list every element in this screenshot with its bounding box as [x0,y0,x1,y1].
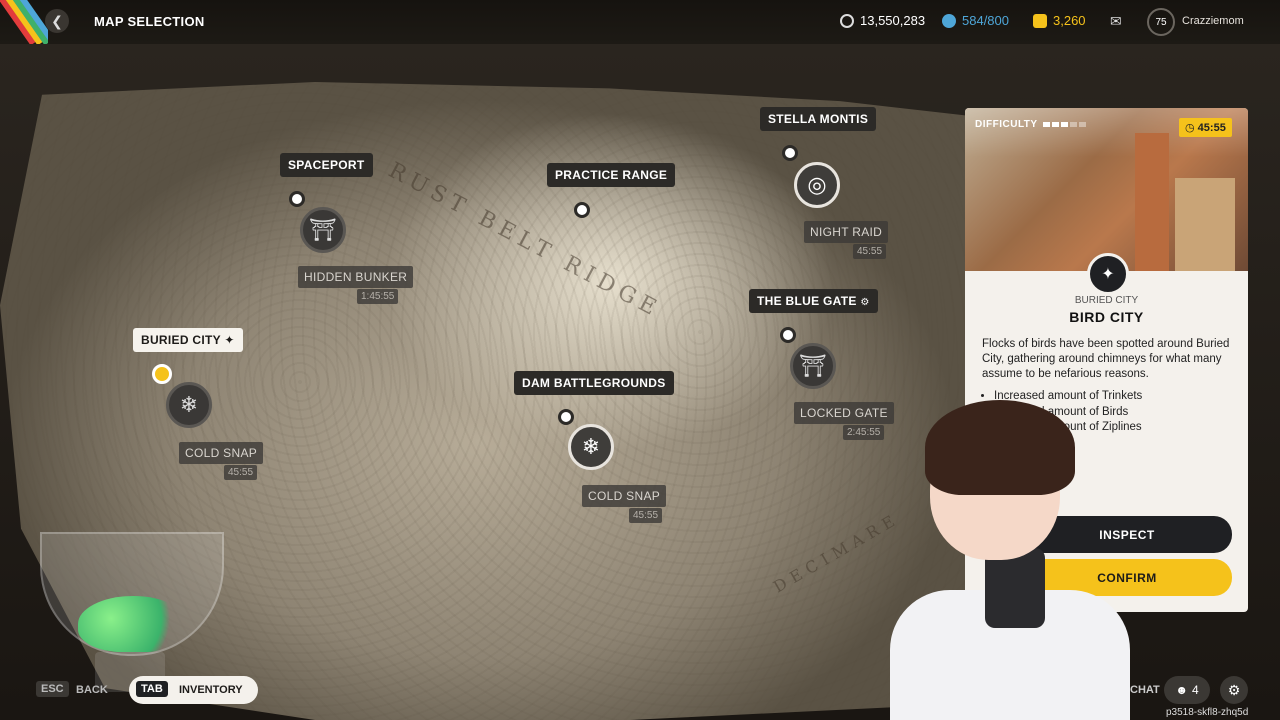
night-raid-icon[interactable]: ◎ [794,162,840,208]
location-practice-range[interactable]: PRACTICE RANGE [547,163,676,187]
location-the-blue-gate[interactable]: THE BLUE GATE ⚙ [749,289,878,313]
location-stella-montis[interactable]: STELLA MONTIS [760,107,877,131]
mail-icon: ✉ [1110,13,1122,29]
bird-city-icon: ✦ [1087,253,1129,295]
stash-value: 584/800 [962,13,1009,28]
location-dam-battlegrounds[interactable]: DAM BATTLEGROUNDS [514,371,674,395]
gear-icon: ⚙ [1227,681,1241,698]
friends-button[interactable]: ☻ 4 [1164,676,1210,704]
locked-gate-icon[interactable]: ⛩ [790,343,836,389]
avatar-neck [985,548,1045,628]
friends-count: 4 [1191,683,1199,697]
modifier-locked-gate: LOCKED GATE [794,402,894,424]
tab-key-hint: TAB [136,681,168,697]
modifier-hidden-bunker: HIDDEN BUNKER [298,266,414,288]
location-buried-city[interactable]: BURIED CITY ✦ [133,328,243,352]
location-pin-stella-montis[interactable] [782,145,798,161]
credits-icon [840,13,854,28]
difficulty-meter [1043,122,1086,127]
modifier-timer: 1:45:55 [357,289,399,304]
credits-value: 13,550,283 [860,13,926,28]
friends-icon: ☻ [1175,683,1188,697]
tokens-icon [1033,13,1047,28]
top-bar: ❮ MAP SELECTION 13,550,283 584/800 3,260… [0,0,1280,44]
modifier-cold-snap: COLD SNAP [582,485,667,507]
card-subtitle: BURIED CITY [1074,295,1139,306]
location-pin-spaceport[interactable] [289,191,305,207]
modifier-timer: 45:55 [629,508,663,523]
modifier-timer: 45:55 [224,465,258,480]
timer-value: 45:55 [1197,122,1226,134]
difficulty-label: DIFFICULTY [975,119,1038,130]
gem-pile [78,596,188,652]
inventory-label: INVENTORY [179,684,243,696]
credits-display: 13,550,283 [840,13,925,28]
back-button[interactable]: BACK [76,684,108,696]
esc-key-hint: ESC [36,681,69,697]
tokens-value: 3,260 [1053,13,1086,28]
stash-icon [942,13,956,28]
username[interactable]: Crazziemom [1182,15,1244,27]
bunker-icon[interactable]: ⛩ [300,207,346,253]
chevron-left-icon: ❮ [51,12,63,29]
player-level-badge: 75 [1147,8,1175,36]
location-pin-buried-city-selected[interactable] [152,364,172,384]
tokens-display: 3,260 [1033,13,1086,28]
building-shape [1175,178,1235,271]
card-description: Flocks of birds have been spotted around… [982,338,1230,380]
modifier-cold-snap: COLD SNAP [179,442,264,464]
tower-shape [1135,133,1169,271]
bird-city-icon: ✦ [224,333,235,347]
settings-button[interactable]: ⚙ [1220,676,1248,704]
location-pin-practice-range[interactable] [574,202,590,218]
chat-button[interactable]: CHAT [1130,684,1160,696]
mail-button[interactable]: ✉ [1110,13,1122,30]
modifier-night-raid: NIGHT RAID [804,221,889,243]
timer-badge: ◷ 45:55 [1179,118,1232,137]
avatar-hair [925,400,1075,495]
card-title: BIRD CITY [1069,309,1144,325]
stash-display: 584/800 [942,13,1009,28]
lock-icon: ⚙ [860,297,870,308]
session-id: p3518-skfl8-zhq5d [1166,707,1249,718]
location-spaceport[interactable]: SPACEPORT [280,153,373,177]
modifier-timer: 2:45:55 [843,425,885,440]
snowflake-icon[interactable]: ❄ [568,424,614,470]
clock-icon: ◷ [1185,122,1195,134]
back-arrow-button[interactable]: ❮ [45,9,69,33]
modifier-timer: 45:55 [853,244,887,259]
page-title: MAP SELECTION [94,14,205,29]
brand-stripes [0,0,48,44]
snowflake-icon[interactable]: ❄ [166,382,212,428]
location-name: BURIED CITY [141,333,221,347]
location-pin-dam-battlegrounds[interactable] [558,409,574,425]
list-item: Increased amount of Trinkets [994,389,1244,405]
location-pin-the-blue-gate[interactable] [780,327,796,343]
location-name: THE BLUE GATE [757,294,857,308]
